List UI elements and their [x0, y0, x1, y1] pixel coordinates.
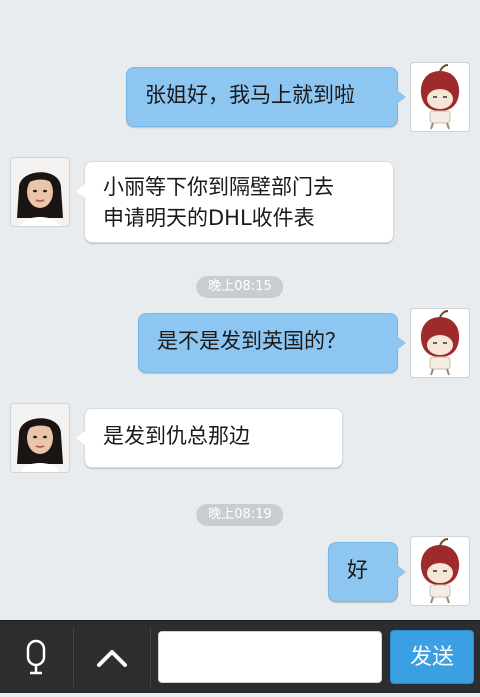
contact-avatar[interactable]: [11, 404, 69, 472]
timestamp: 晚上08:15: [196, 276, 284, 298]
message-text: 是发到仇总那边: [103, 424, 250, 448]
message-bubble[interactable]: 好: [328, 542, 406, 602]
toolbar-divider: [150, 627, 151, 687]
apple-character-icon: [420, 310, 460, 376]
message-text-line: 申请明天的DHL收件表: [103, 206, 315, 230]
voice-button[interactable]: [0, 621, 72, 693]
apple-character-icon: [420, 64, 460, 130]
contact-avatar[interactable]: [11, 158, 69, 226]
chevron-up-icon: [97, 650, 127, 667]
self-avatar[interactable]: [411, 63, 469, 131]
expand-button[interactable]: [75, 621, 150, 693]
message-bubble[interactable]: 小丽等下你到隔壁部门去 申请明天的DHL收件表: [76, 161, 394, 243]
send-button[interactable]: 发送: [390, 630, 474, 684]
message-text: 好: [347, 558, 368, 582]
message-bubble[interactable]: 是发到仇总那边: [76, 408, 343, 468]
contact-photo-icon: [11, 404, 69, 472]
self-avatar[interactable]: [411, 309, 469, 377]
message-text: 是不是发到英国的？: [157, 329, 346, 353]
contact-photo-icon: [11, 158, 69, 226]
chat-area[interactable]: 张姐好，我马上就到啦 小丽等下你到隔壁部门去 申请明天的DHL收件表 晚上08:…: [0, 0, 480, 620]
message-input[interactable]: [158, 631, 382, 683]
input-toolbar: 发送: [0, 620, 480, 693]
message-text-line: 小丽等下你到隔壁部门去: [103, 175, 334, 199]
apple-character-icon: [420, 538, 460, 604]
message-bubble[interactable]: 张姐好，我马上就到啦: [126, 67, 406, 127]
message-text: 张姐好，我马上就到啦: [145, 83, 355, 107]
microphone-icon: [26, 639, 46, 675]
message-bubble[interactable]: 是不是发到英国的？: [138, 313, 406, 373]
toolbar-divider: [73, 627, 74, 687]
self-avatar[interactable]: [411, 537, 469, 605]
timestamp: 晚上08:19: [196, 504, 284, 526]
